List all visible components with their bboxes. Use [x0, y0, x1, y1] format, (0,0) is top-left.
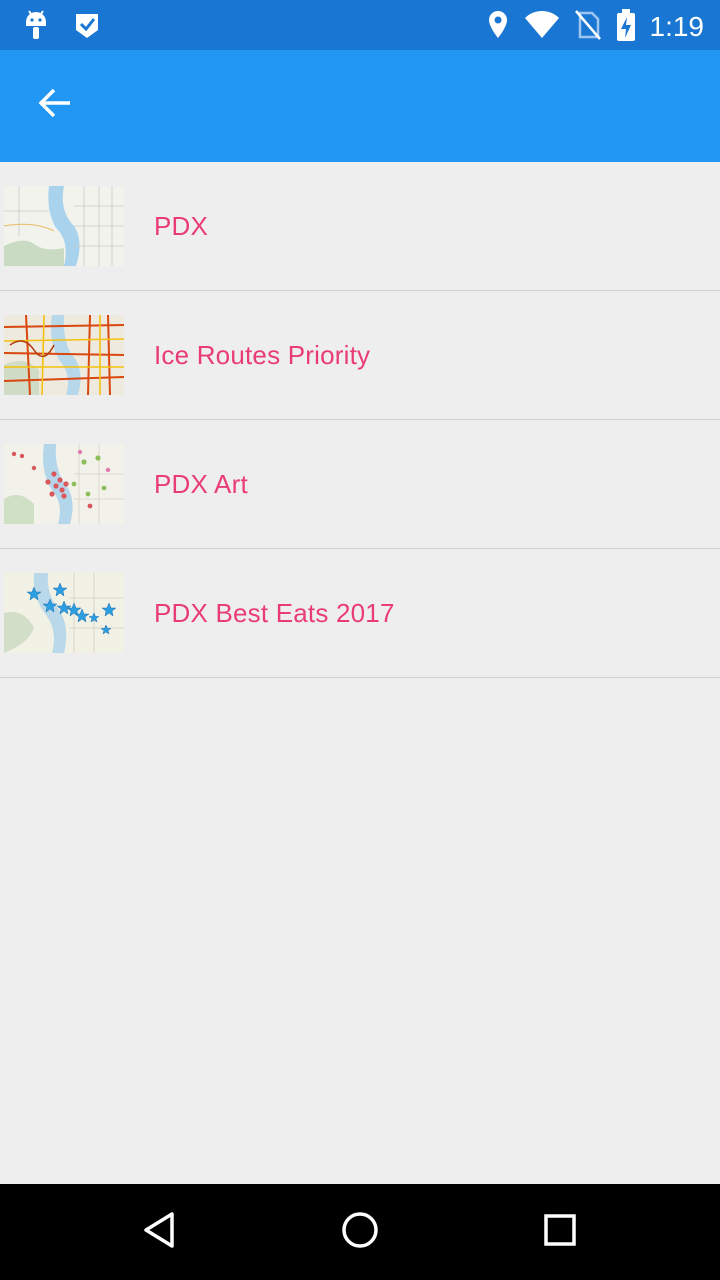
- list-item-ice-routes[interactable]: Ice Routes Priority: [0, 291, 720, 420]
- arrow-back-icon: [37, 85, 73, 125]
- list-item-pdx-best-eats[interactable]: PDX Best Eats 2017: [0, 549, 720, 678]
- location-icon: [486, 9, 510, 45]
- app-bar: [0, 50, 720, 162]
- back-button[interactable]: [22, 72, 88, 138]
- navigation-bar: [0, 1184, 720, 1280]
- nav-home-button[interactable]: [330, 1202, 390, 1262]
- street-map-thumbnail: [4, 186, 124, 266]
- home-circle-icon: [340, 1210, 380, 1254]
- back-triangle-icon: [140, 1210, 180, 1254]
- list-item-title: Ice Routes Priority: [154, 340, 371, 370]
- list-item-title: PDX Art: [154, 469, 248, 499]
- android-debug-icon: [20, 8, 52, 46]
- no-sim-icon: [574, 9, 602, 45]
- art-points-map-thumbnail: [4, 444, 124, 524]
- nav-recents-button[interactable]: [530, 1202, 590, 1262]
- ice-routes-map-thumbnail: [4, 315, 124, 395]
- battery-charging-icon: [616, 8, 636, 46]
- status-bar: 1:19: [0, 0, 720, 50]
- wifi-icon: [524, 10, 560, 44]
- nav-back-button[interactable]: [130, 1202, 190, 1262]
- status-clock: 1:19: [649, 11, 705, 42]
- list-item-pdx-art[interactable]: PDX Art: [0, 420, 720, 549]
- star-points-map-thumbnail: [4, 573, 124, 653]
- recents-square-icon: [540, 1210, 580, 1254]
- list-item-pdx[interactable]: PDX: [0, 162, 720, 291]
- list-item-title: PDX Best Eats 2017: [154, 598, 395, 628]
- map-list: PDX Ice Routes Priority PDX Art PDX Best…: [0, 162, 720, 678]
- check-notification-icon: [72, 8, 102, 46]
- list-item-title: PDX: [154, 211, 209, 241]
